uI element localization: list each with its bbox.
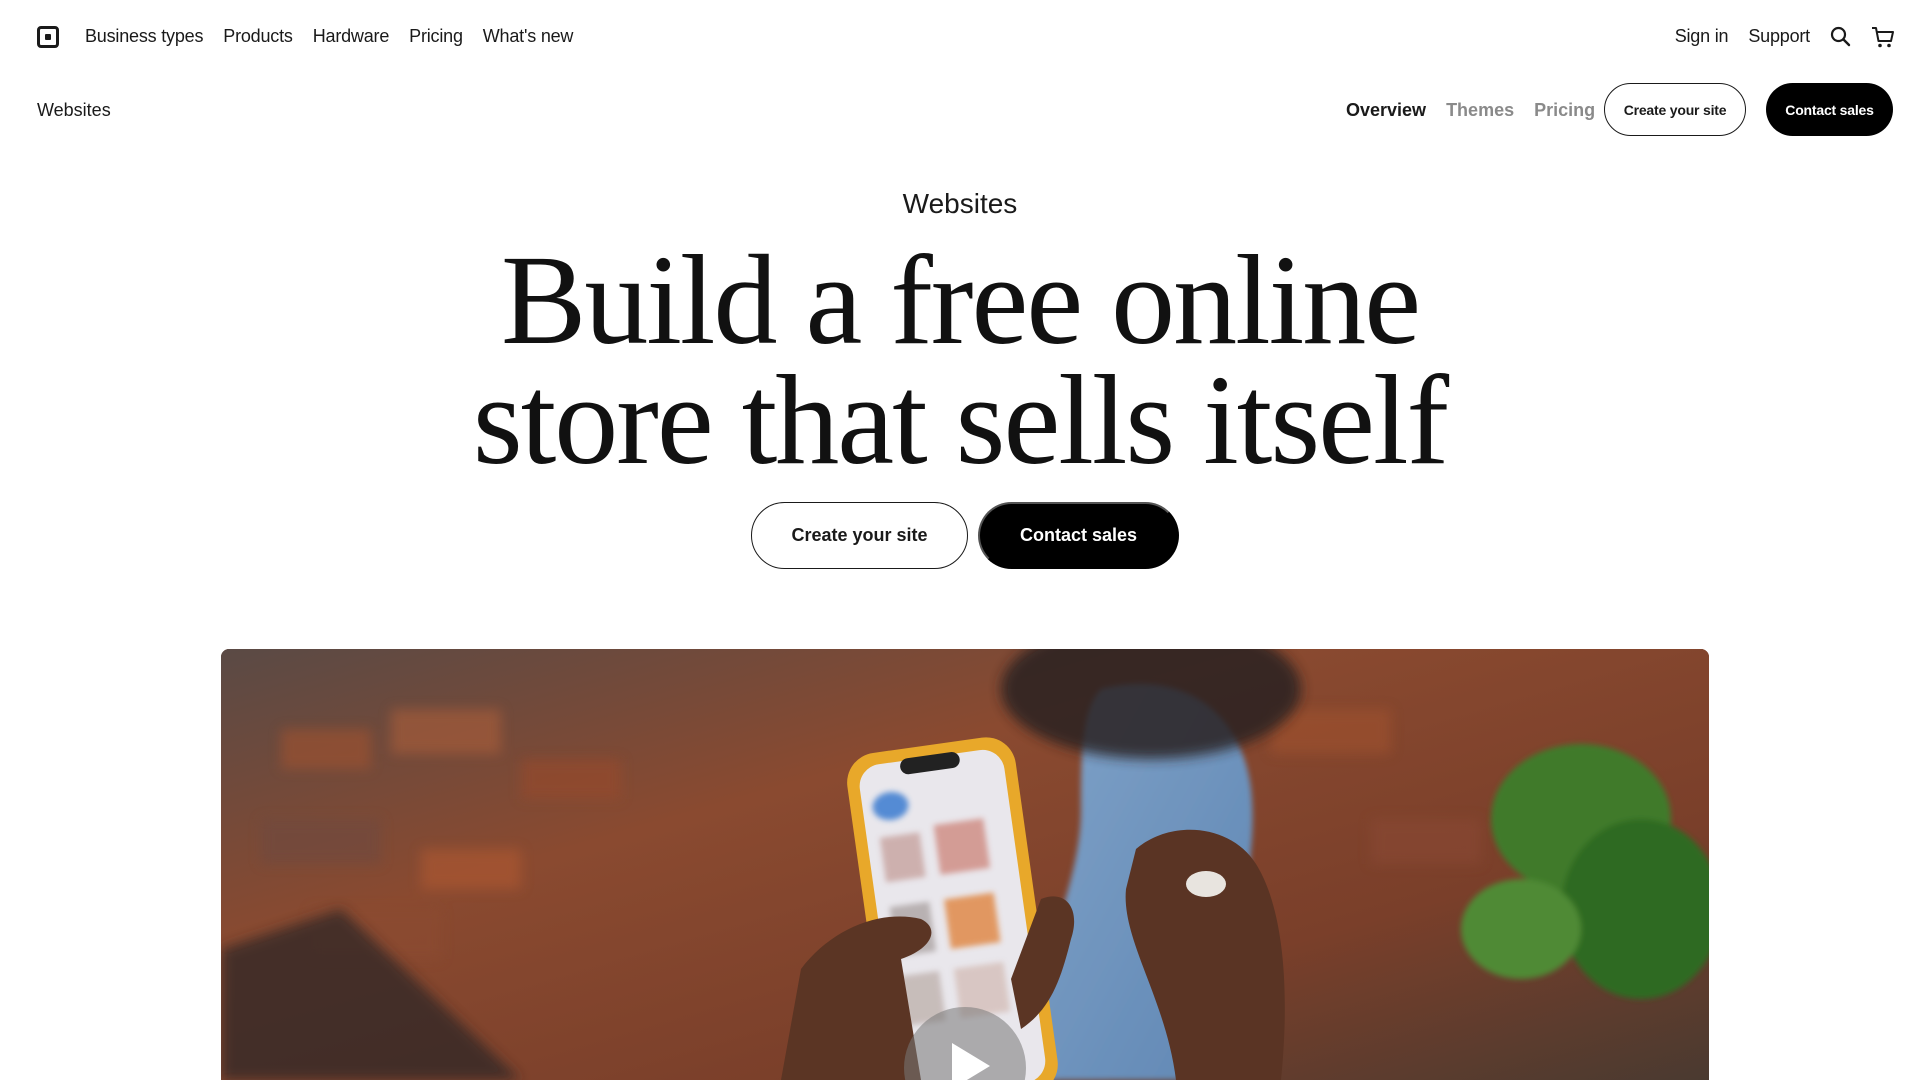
subnav-themes[interactable]: Themes (1446, 100, 1514, 121)
subnav-title: Websites (37, 100, 111, 120)
support-link[interactable]: Support (1748, 26, 1810, 47)
hero-headline: Build a free online store that sells its… (0, 236, 1920, 484)
sign-in-link[interactable]: Sign in (1675, 26, 1729, 47)
hero-contact-sales-button[interactable]: Contact sales (978, 502, 1179, 569)
cart-icon[interactable] (1870, 24, 1896, 50)
hero-video[interactable] (221, 649, 1709, 1080)
subnav-contact-sales-button[interactable]: Contact sales (1766, 83, 1893, 136)
hero-headline-line2: store that sells itself (472, 349, 1449, 491)
top-navigation: Business types Products Hardware Pricing… (0, 0, 1920, 74)
nav-whats-new[interactable]: What's new (483, 26, 574, 47)
nav-products[interactable]: Products (223, 26, 293, 47)
nav-hardware[interactable]: Hardware (313, 26, 390, 47)
subnav-links: Overview Themes Pricing (1346, 100, 1595, 121)
account-nav: Sign in Support (1675, 26, 1810, 47)
square-logo-icon[interactable] (37, 26, 59, 48)
subnav-pricing[interactable]: Pricing (1534, 100, 1595, 121)
hero-create-site-button[interactable]: Create your site (751, 502, 968, 569)
primary-nav: Business types Products Hardware Pricing… (85, 26, 573, 47)
nav-business-types[interactable]: Business types (85, 26, 203, 47)
nav-pricing[interactable]: Pricing (409, 26, 463, 47)
hero-eyebrow: Websites (902, 188, 1018, 219)
subnav-overview[interactable]: Overview (1346, 100, 1426, 121)
search-icon[interactable] (1828, 24, 1854, 50)
subnav-create-site-button[interactable]: Create your site (1604, 83, 1746, 136)
